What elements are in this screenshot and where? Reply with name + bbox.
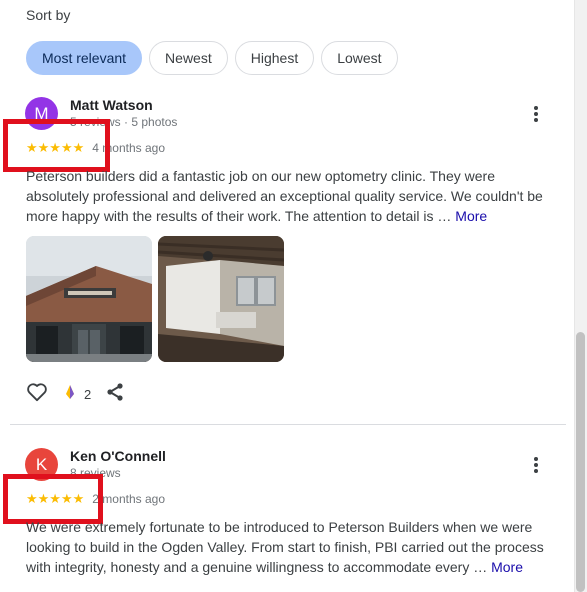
sort-highest-chip[interactable]: Highest [234,41,315,75]
reviewer-name[interactable]: Matt Watson [70,97,153,113]
sort-lowest-chip[interactable]: Lowest [321,41,398,75]
review-photo-building[interactable] [26,236,152,362]
like-heart-icon[interactable] [26,382,48,407]
sort-by-label: Sort by [26,7,71,23]
sort-most-relevant-chip[interactable]: Most relevant [26,41,143,75]
more-link[interactable]: More [455,208,487,224]
sort-chips: Most relevant Newest Highest Lowest [26,41,398,75]
clap-reaction-icon [62,384,78,405]
sort-newest-chip[interactable]: Newest [149,41,228,75]
review-divider [10,424,566,425]
review-photo-interior[interactable] [158,236,284,362]
reviewer-name[interactable]: Ken O'Connell [70,448,166,464]
review-body: We were extremely fortunate to be introd… [26,519,544,575]
review-actions: 2 [26,382,125,407]
review-time: 2 months ago [92,492,165,506]
scrollbar-track[interactable] [574,0,587,592]
share-icon[interactable] [105,382,125,407]
reaction-counter[interactable]: 2 [62,384,91,405]
more-options-icon[interactable] [528,455,544,475]
scrollbar-thumb[interactable] [576,332,585,592]
review-text: Peterson builders did a fantastic job on… [26,166,546,226]
more-options-icon[interactable] [528,104,544,124]
rating-highlight-box [3,119,110,172]
more-link[interactable]: More [491,559,523,575]
avatar-letter: K [35,454,48,474]
review-text: We were extremely fortunate to be introd… [26,517,546,577]
reaction-count: 2 [84,387,92,402]
